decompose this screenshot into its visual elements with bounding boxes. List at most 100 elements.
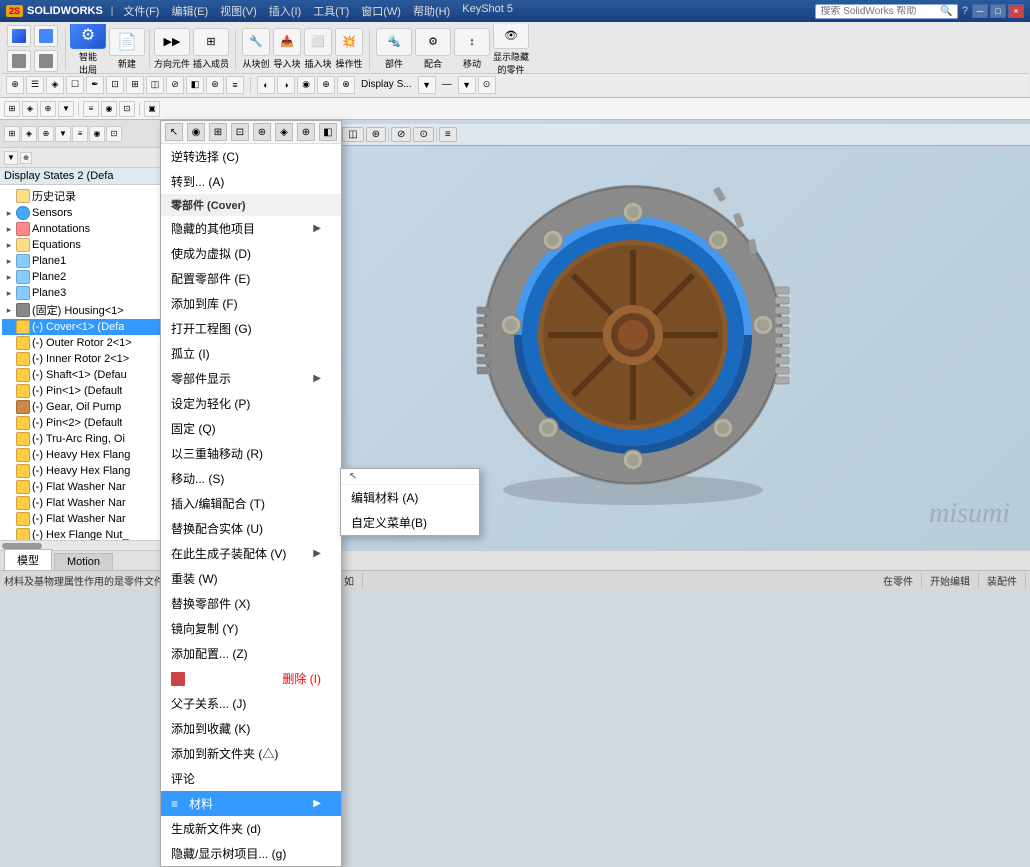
tree-item[interactable]: ▸Annotations [2,221,172,237]
small-btn-7[interactable]: ⊞ [126,76,144,94]
pt-btn-5[interactable]: ≡ [83,101,99,117]
ctx-add-config[interactable]: 添加配置... (Z) [161,641,341,666]
panel-ctrl-2[interactable]: ◈ [21,126,37,142]
vp-view-orient[interactable]: ⊛ [366,127,386,142]
panel-ctrl-3[interactable]: ⊕ [38,126,54,142]
ctx-isolate[interactable]: 孤立 (I) [161,341,341,366]
tree-item[interactable]: 历史记录 [2,187,172,205]
ctx-custom-menu[interactable]: 自定义菜单(B) [341,510,479,535]
ctx-fix[interactable]: 固定 (Q) [161,416,341,441]
pt-btn-7[interactable]: ⊡ [119,101,135,117]
tool-btn-2[interactable] [34,25,58,47]
panel-ctrl-5[interactable]: ≡ [72,126,88,142]
hscroll-thumb[interactable] [2,543,42,549]
menu-window[interactable]: 窗口(W) [355,3,407,19]
tree-item[interactable]: (-) Hex Flange Nut_ [2,527,172,540]
small-btn-5[interactable]: ✒ [86,76,104,94]
pt-btn-6[interactable]: ◉ [101,101,117,117]
filter-toggle[interactable]: ▼ [4,151,18,165]
small-btn-12[interactable]: ≡ [226,76,244,94]
menu-view[interactable]: 视图(V) [214,3,263,19]
ctx-material[interactable]: ≡ 材料 ▶ [161,791,341,816]
pt-btn-3[interactable]: ⊕ [40,101,56,117]
view-btn-8[interactable]: ⊙ [478,76,496,94]
tool-new-part[interactable]: 📄 新建 [109,28,145,70]
menu-keyshot[interactable]: KeyShot 5 [456,3,519,19]
ctx-tool-8[interactable]: ◧ [319,123,337,141]
ctx-make-subasm[interactable]: 在此生成子装配体 (V) ▶ [161,541,341,566]
tree-item[interactable]: (-) Gear, Oil Pump [2,399,172,415]
vp-sections[interactable]: ◫ [342,127,363,142]
tool-smart-mate[interactable]: ⚙ 智能出局 [70,24,106,76]
vp-display-state[interactable]: ≡ [439,127,457,142]
tree-item[interactable]: (-) Flat Washer Nar [2,511,172,527]
tool-show[interactable]: 👁 显示隐藏的零件 [493,24,529,76]
ctx-add-folder[interactable]: 添加到新文件夹 (△) [161,741,341,766]
ctx-config-comp[interactable]: 配置零部件 (E) [161,266,341,291]
ctx-move[interactable]: 移动... (S) [161,466,341,491]
view-btn-7[interactable]: ▼ [458,76,476,94]
menu-file[interactable]: 文件(F) [117,3,165,19]
ctx-tool-6[interactable]: ◈ [275,123,293,141]
small-btn-10[interactable]: ◧ [186,76,204,94]
tool-btn-3[interactable] [7,50,31,72]
small-btn-4[interactable]: ☐ [66,76,84,94]
small-btn-3[interactable]: ◈ [46,76,64,94]
tree-item[interactable]: (-) Cover<1> (Defa [2,319,172,335]
ctx-new-folder[interactable]: 生成新文件夹 (d) [161,816,341,841]
tool-fit[interactable]: ⚙ 配合 [415,28,451,70]
tool-part[interactable]: 🔩 部件 [376,28,412,70]
tree-item[interactable]: (-) Tru-Arc Ring, Oi [2,431,172,447]
ctx-edit-mate[interactable]: 插入/编辑配合 (T) [161,491,341,516]
maximize-button[interactable]: □ [990,4,1006,18]
ctx-comp-display[interactable]: 零部件显示 ▶ [161,366,341,391]
ctx-hide-others[interactable]: 隐藏的其他项目 ▶ [161,216,341,241]
ctx-mirror[interactable]: 镜向复制 (Y) [161,616,341,641]
pt-btn-2[interactable]: ◈ [22,101,38,117]
tree-item[interactable]: (-) Flat Washer Nar [2,479,172,495]
tab-motion[interactable]: Motion [54,553,113,570]
panel-ctrl-6[interactable]: ◉ [89,126,105,142]
ctx-parent-child[interactable]: 父子关系... (J) [161,691,341,716]
tree-item[interactable]: ▸Equations [2,237,172,253]
search-icon[interactable]: 🔍 [940,6,952,17]
small-btn-9[interactable]: ⊘ [166,76,184,94]
small-btn-6[interactable]: ⊡ [106,76,124,94]
menu-insert[interactable]: 插入(I) [263,3,307,19]
ctx-add-library[interactable]: 添加到库 (F) [161,291,341,316]
filter-btn[interactable]: ⊕ [20,152,32,164]
tab-model[interactable]: 模型 [4,549,52,570]
tree-item[interactable]: (-) Heavy Hex Flang [2,463,172,479]
ctx-hide-tree[interactable]: 隐藏/显示树项目... (g) [161,841,341,866]
help-icon[interactable]: ? [962,5,968,17]
tree-item[interactable]: (-) Inner Rotor 2<1> [2,351,172,367]
tree-item[interactable]: (-) Pin<1> (Default [2,383,172,399]
tree-item[interactable]: ▸Plane3 [2,285,172,301]
tree-item[interactable]: (-) Heavy Hex Flang [2,447,172,463]
ctx-replace-mate[interactable]: 替换配合实体 (U) [161,516,341,541]
small-btn-8[interactable]: ◫ [146,76,164,94]
tool-activate[interactable]: 🔧 从块创 [242,28,270,70]
ctx-tool-7[interactable]: ⊕ [297,123,315,141]
ctx-edit-material[interactable]: 编辑材料 (A) [341,485,479,510]
ctx-set-lightweight[interactable]: 设定为轻化 (P) [161,391,341,416]
vp-options[interactable]: ⊙ [413,127,433,142]
tool-import[interactable]: 📥 导入块 [273,28,301,70]
tool-insert[interactable]: ⊞ 插入成员 [193,28,229,70]
pt-btn-8[interactable]: ▣ [144,101,160,117]
feature-tree[interactable]: 历史记录▸Sensors▸Annotations▸Equations▸Plane… [0,185,174,540]
panel-ctrl-4[interactable]: ▼ [55,126,71,142]
small-btn-11[interactable]: ⊛ [206,76,224,94]
small-btn-2[interactable]: ☰ [26,76,44,94]
ctx-tool-2[interactable]: ◉ [187,123,205,141]
menu-help[interactable]: 帮助(H) [407,3,456,19]
pt-btn-1[interactable]: ⊞ [4,101,20,117]
ctx-tool-4[interactable]: ⊡ [231,123,249,141]
tool-btn-4[interactable] [34,50,58,72]
view-btn-6[interactable]: ▼ [418,76,436,94]
ctx-select[interactable]: 逆转选择 (C) [161,144,341,169]
view-btn-1[interactable]: ◐ [257,76,275,94]
view-btn-4[interactable]: ⊕ [317,76,335,94]
ctx-goto[interactable]: 转到... (A) [161,169,341,194]
tool-explode[interactable]: 💥 操作性 [335,28,363,70]
